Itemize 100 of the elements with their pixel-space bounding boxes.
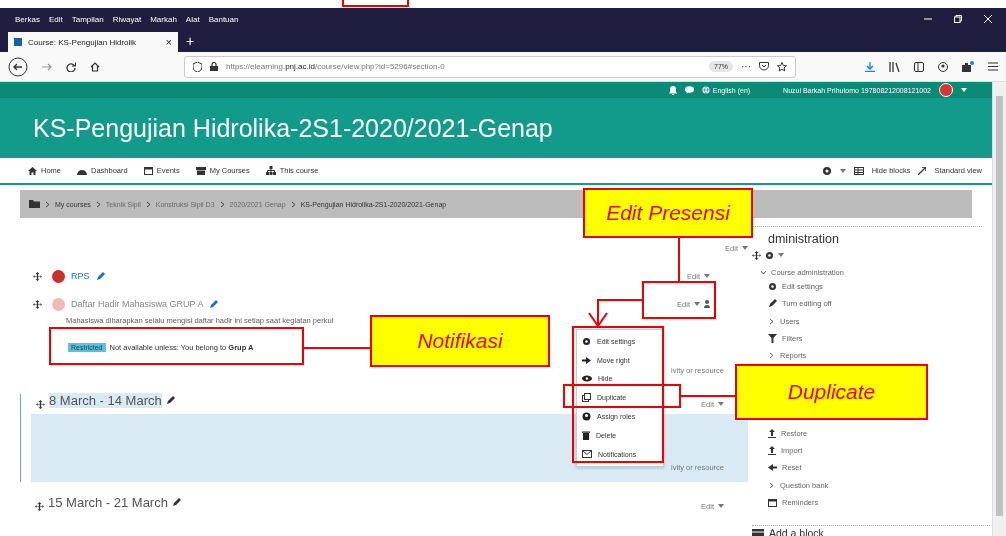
home-icon[interactable] <box>90 61 100 72</box>
menu-item[interactable]: Riwayat <box>112 14 142 24</box>
pencil-icon <box>768 299 777 309</box>
close-icon[interactable] <box>984 15 992 23</box>
chevron-icon <box>219 200 225 208</box>
caret-icon <box>718 402 724 406</box>
move-icon <box>36 399 45 409</box>
page-actions-button[interactable]: ··· <box>741 61 751 72</box>
expand-icon <box>918 166 927 175</box>
download-icon[interactable] <box>865 61 875 72</box>
callout-label: Notifikasi <box>370 315 550 367</box>
person-icon <box>704 300 710 308</box>
callout-label: Edit Presensi <box>583 188 753 238</box>
bell-icon[interactable] <box>668 85 677 95</box>
minimize-icon[interactable] <box>924 15 932 23</box>
chevron-icon <box>145 200 151 208</box>
move-icon <box>33 299 42 309</box>
folder-icon <box>29 200 40 208</box>
menu-item[interactable]: Berkas <box>15 14 40 24</box>
caret-icon <box>961 88 967 92</box>
activity-icon <box>52 297 65 311</box>
browser-tab[interactable]: Course: KS-Pengujian Hidrolik × <box>8 32 178 52</box>
url-text: https://elearning.pnj.ac.id/course/view.php?id=5296#section-0 <box>226 62 446 71</box>
avatar[interactable] <box>939 83 953 97</box>
envelope-icon <box>582 450 592 459</box>
pocket-icon[interactable] <box>759 62 769 71</box>
calendar-icon <box>768 497 777 507</box>
lock-icon <box>210 62 218 71</box>
chevron-icon <box>768 317 775 325</box>
menu-item[interactable]: Edit <box>48 14 63 24</box>
forward-icon[interactable] <box>42 61 52 72</box>
caret-icon <box>718 504 724 508</box>
upload-icon <box>768 445 776 455</box>
chevron-icon <box>768 352 775 360</box>
move-icon <box>752 250 761 260</box>
filter-icon <box>768 334 777 344</box>
chevron-icon <box>45 200 50 208</box>
arrow-left-icon <box>768 463 777 473</box>
tab-close-button[interactable]: × <box>165 36 172 48</box>
library-icon[interactable] <box>889 61 900 72</box>
activity-icon <box>52 269 65 283</box>
calendar-icon <box>143 166 153 175</box>
caret-icon <box>742 246 748 250</box>
pencil-icon <box>165 395 175 405</box>
activity-link[interactable]: RPS <box>71 271 90 281</box>
menu-item[interactable]: Alat <box>185 14 200 24</box>
eye-icon <box>582 375 592 383</box>
gear-icon <box>768 282 777 292</box>
sidebar-icon[interactable] <box>914 61 924 72</box>
pencil-icon <box>95 271 105 281</box>
block-title: dministration <box>768 232 839 246</box>
site-favicon-icon <box>14 38 22 46</box>
leader-line <box>678 237 680 283</box>
tab-title: Course: KS-Pengujian Hidrolik <box>28 37 138 47</box>
caret-icon <box>778 253 784 257</box>
chat-icon[interactable] <box>684 86 694 94</box>
menu-item[interactable]: Tampilan <box>71 14 104 24</box>
pencil-icon <box>171 497 181 507</box>
highlight-frame <box>342 0 409 7</box>
move-icon <box>35 501 44 511</box>
upload-icon <box>768 428 776 438</box>
person-circle-icon <box>582 412 591 422</box>
table-icon <box>853 166 864 175</box>
caret-icon <box>694 302 700 306</box>
activity-link[interactable]: Daftar Hadir Mahasiswa GRUP A <box>71 299 204 309</box>
gear-icon[interactable] <box>765 250 774 260</box>
section-title: 15 March - 21 March <box>48 494 168 510</box>
trash-icon <box>582 430 590 440</box>
caret-icon <box>839 168 846 173</box>
new-tab-button[interactable]: + <box>186 33 195 49</box>
scrollbar-thumb[interactable] <box>996 96 1003 516</box>
star-icon[interactable] <box>777 61 787 72</box>
puzzle-icon[interactable] <box>962 61 974 72</box>
menu-item[interactable]: Bantuan <box>208 14 239 24</box>
menu-icon[interactable] <box>988 62 998 71</box>
section-title: 8 March - 14 March <box>49 392 162 408</box>
move-icon <box>33 271 42 281</box>
back-icon[interactable] <box>8 56 28 77</box>
arrow <box>588 299 644 328</box>
chevron-icon <box>290 200 296 208</box>
caret-icon <box>704 274 710 278</box>
arrow-right-icon <box>582 355 591 365</box>
archive-icon <box>195 166 206 175</box>
leader-line <box>302 347 371 349</box>
gear-icon <box>582 336 591 346</box>
copy-icon <box>582 393 591 403</box>
reload-icon[interactable] <box>66 61 76 72</box>
menu-item[interactable]: Markah <box>150 14 177 24</box>
restore-icon[interactable] <box>954 15 962 23</box>
globe-icon <box>701 86 710 94</box>
course-title: KS-Pengujian Hidrolika-2S1-2020/2021-Genap <box>33 113 553 143</box>
chevron-icon <box>768 481 775 489</box>
shield-icon <box>193 61 202 72</box>
chevron-icon <box>95 200 101 208</box>
gear-icon[interactable] <box>821 165 832 176</box>
home-icon <box>28 166 37 175</box>
leader-line <box>679 395 736 397</box>
callout-label: Duplicate <box>735 364 928 420</box>
sitemap-icon <box>265 166 276 175</box>
account-icon[interactable] <box>938 61 948 72</box>
